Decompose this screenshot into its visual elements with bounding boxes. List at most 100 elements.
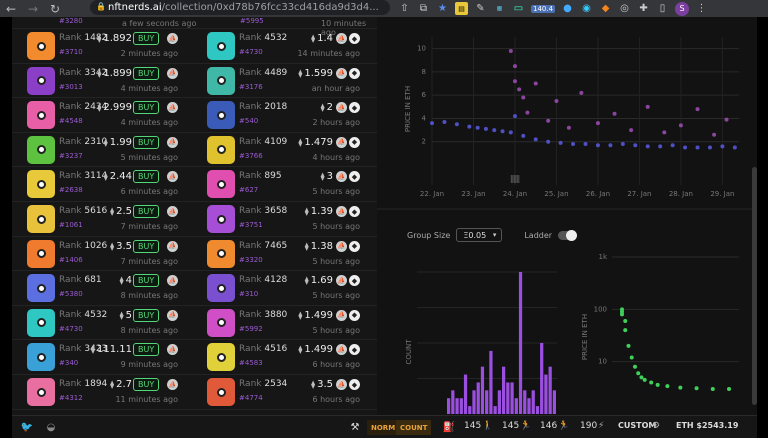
opensea-icon[interactable]: ⛵ xyxy=(167,275,178,287)
token-id[interactable]: #1061 xyxy=(59,221,83,229)
hammer-icon[interactable]: ⚒ xyxy=(348,420,362,434)
nft-thumbnail[interactable] xyxy=(207,170,235,199)
listing-item[interactable]: Rank 7465 #3320 ⧫ 1.38 ⛵ ◆ 5 hours ago xyxy=(192,237,372,271)
nft-thumbnail[interactable] xyxy=(207,32,235,60)
listing-item[interactable]: Rank 2534 #4774 ⧫ 3.5 ⛵ ◆ 6 hours ago xyxy=(192,375,372,409)
token-id[interactable]: #4730 xyxy=(239,48,263,56)
buy-button[interactable]: BUY xyxy=(133,101,160,115)
listing-item[interactable]: Rank 3342 #3013 ⧫ 1.899 BUY ⛵ 4 minutes ago xyxy=(12,64,192,98)
count-tag[interactable]: COUNT xyxy=(396,420,432,435)
bookmark-star-icon[interactable]: ★ xyxy=(436,2,449,15)
opensea-icon[interactable]: ⛵ xyxy=(167,102,178,114)
nft-thumbnail[interactable] xyxy=(207,135,235,164)
browser-menu-icon[interactable]: ⋮ xyxy=(695,2,708,15)
nft-thumbnail[interactable] xyxy=(207,378,235,406)
listing-item[interactable]: Rank 1026 #1406 ⧫ 3.5 BUY ⛵ 7 minutes ago xyxy=(12,237,192,271)
token-id[interactable]: #627 xyxy=(239,186,258,194)
token-id[interactable]: #4312 xyxy=(59,394,83,402)
address-bar[interactable]: 🔒 nftnerds.ai/collection/0xd78b76fcc33cd… xyxy=(90,0,390,15)
looksrare-icon[interactable]: ◆ xyxy=(349,309,360,321)
token-id[interactable]: #310 xyxy=(239,290,258,298)
listing-item[interactable]: Rank 3658 #3751 ⧫ 1.39 ⛵ ◆ 5 hours ago xyxy=(192,202,372,236)
listing-item[interactable]: Rank 2018 #540 ⧫ 2 ⛵ ◆ 2 hours ago xyxy=(192,98,372,132)
listing-item[interactable]: Rank 4532 #4730 ⧫ 1.4 ⛵ ◆ 14 minutes ago xyxy=(192,29,372,63)
price-distribution-chart[interactable]: COUNT xyxy=(405,271,557,414)
listing-item[interactable]: Rank 2434 #4548 ⧫ 2.999 BUY ⛵ 4 minutes ago xyxy=(12,98,192,132)
token-id[interactable]: #4730 xyxy=(59,325,83,333)
looksrare-icon[interactable]: ◆ xyxy=(349,171,360,183)
nft-thumbnail[interactable] xyxy=(27,378,55,406)
nft-thumbnail[interactable] xyxy=(27,170,55,199)
nft-thumbnail[interactable] xyxy=(207,308,235,337)
buy-button[interactable]: BUY xyxy=(133,32,160,45)
looksrare-icon[interactable]: ◆ xyxy=(349,240,360,252)
nft-thumbnail[interactable] xyxy=(27,32,55,60)
token-id[interactable]: #340 xyxy=(59,359,78,367)
opensea-icon[interactable]: ⛵ xyxy=(336,33,347,44)
extension-circle-icon[interactable]: ◉ xyxy=(580,2,593,15)
looksrare-icon[interactable]: ◆ xyxy=(349,67,360,79)
buy-button[interactable]: BUY xyxy=(133,378,160,391)
extension-card-icon[interactable]: ▭ xyxy=(512,2,525,15)
listing-item[interactable]: Rank 895 #627 ⧫ 3 ⛵ ◆ 5 hours ago xyxy=(192,167,372,201)
listing-item[interactable]: Rank 4489 #3176 ⧫ 1.599 ⛵ ◆ an hour ago xyxy=(192,64,372,98)
custom-gas-button[interactable]: CUSTOM xyxy=(618,421,656,430)
nft-thumbnail[interactable] xyxy=(27,205,55,233)
ladder-toggle[interactable] xyxy=(558,229,578,241)
token-id[interactable]: #3237 xyxy=(59,152,83,160)
opensea-icon[interactable]: ⛵ xyxy=(336,344,347,356)
opensea-icon[interactable]: ⛵ xyxy=(336,309,347,321)
opensea-icon[interactable]: ⛵ xyxy=(167,309,178,321)
listing-item[interactable]: Rank 681 #5380 ⧫ 4 BUY ⛵ 8 minutes ago xyxy=(12,271,192,305)
nft-thumbnail[interactable] xyxy=(27,239,55,268)
twitter-icon[interactable]: 🐦 xyxy=(20,420,34,434)
token-id[interactable]: #3176 xyxy=(239,83,263,91)
nft-thumbnail[interactable] xyxy=(207,66,235,95)
listing-item[interactable]: Rank 3423 #340 ⧫ 111.11 BUY ⛵ 9 minutes ago xyxy=(12,340,192,374)
looksrare-icon[interactable]: ◆ xyxy=(349,344,360,356)
token-id[interactable]: #5995 xyxy=(240,17,264,25)
discord-icon[interactable]: ◒ xyxy=(44,420,58,434)
token-id[interactable]: #3766 xyxy=(239,152,263,160)
opensea-icon[interactable]: ⛵ xyxy=(336,206,347,217)
nft-thumbnail[interactable] xyxy=(27,101,55,130)
opensea-icon[interactable]: ⛵ xyxy=(167,379,178,390)
extensions-puzzle-icon[interactable]: ✚ xyxy=(637,2,650,15)
listing-item[interactable]: Rank 4109 #3766 ⧫ 1.479 ⛵ ◆ 4 hours ago xyxy=(192,133,372,167)
buy-button[interactable]: BUY xyxy=(133,66,160,80)
nft-thumbnail[interactable] xyxy=(207,274,235,303)
token-id[interactable]: #5380 xyxy=(59,290,83,298)
opensea-icon[interactable]: ⛵ xyxy=(336,379,347,390)
sidebar-panel-icon[interactable]: ▯ xyxy=(656,2,669,15)
opensea-icon[interactable]: ⛵ xyxy=(167,33,178,44)
opensea-icon[interactable]: ⛵ xyxy=(336,102,347,114)
nft-thumbnail[interactable] xyxy=(27,135,55,164)
opensea-icon[interactable]: ⛵ xyxy=(167,344,178,356)
token-id[interactable]: #3751 xyxy=(239,221,263,229)
token-id[interactable]: #1406 xyxy=(59,256,83,264)
token-id[interactable]: #3710 xyxy=(59,48,83,56)
looksrare-icon[interactable]: ◆ xyxy=(349,206,360,217)
opensea-icon[interactable]: ⛵ xyxy=(336,171,347,183)
copy-icon[interactable]: ⧉ xyxy=(417,2,430,15)
nft-thumbnail[interactable] xyxy=(207,343,235,372)
token-id[interactable]: #4548 xyxy=(59,117,83,125)
listing-item[interactable]: Rank 1894 #4312 ⧫ 2.7 BUY ⛵ 11 minutes ago xyxy=(12,375,192,409)
listing-item[interactable]: Rank 4516 #4583 ⧫ 1.499 ⛵ ◆ 6 hours ago xyxy=(192,340,372,374)
token-id[interactable]: #5992 xyxy=(239,325,263,333)
opensea-icon[interactable]: ⛵ xyxy=(167,206,178,217)
extension-pen-icon[interactable]: ✎ xyxy=(474,2,487,15)
buy-button[interactable]: BUY xyxy=(133,239,160,253)
token-id[interactable]: #3280 xyxy=(59,17,83,25)
buy-button[interactable]: BUY xyxy=(133,170,160,184)
token-id[interactable]: #3320 xyxy=(239,256,263,264)
looksrare-icon[interactable]: ◆ xyxy=(349,136,360,148)
looksrare-icon[interactable]: ◆ xyxy=(349,275,360,287)
buy-button[interactable]: BUY xyxy=(133,205,160,218)
opensea-icon[interactable]: ⛵ xyxy=(167,67,178,79)
share-icon[interactable]: ⇧ xyxy=(398,2,411,15)
listing-item[interactable]: Rank 5616 #1061 ⧫ 2.5 BUY ⛵ 7 minutes ago xyxy=(12,202,192,236)
opensea-icon[interactable]: ⛵ xyxy=(336,67,347,79)
token-id[interactable]: #540 xyxy=(239,117,258,125)
group-size-select[interactable]: Ξ0.05 ▾ xyxy=(456,228,503,242)
